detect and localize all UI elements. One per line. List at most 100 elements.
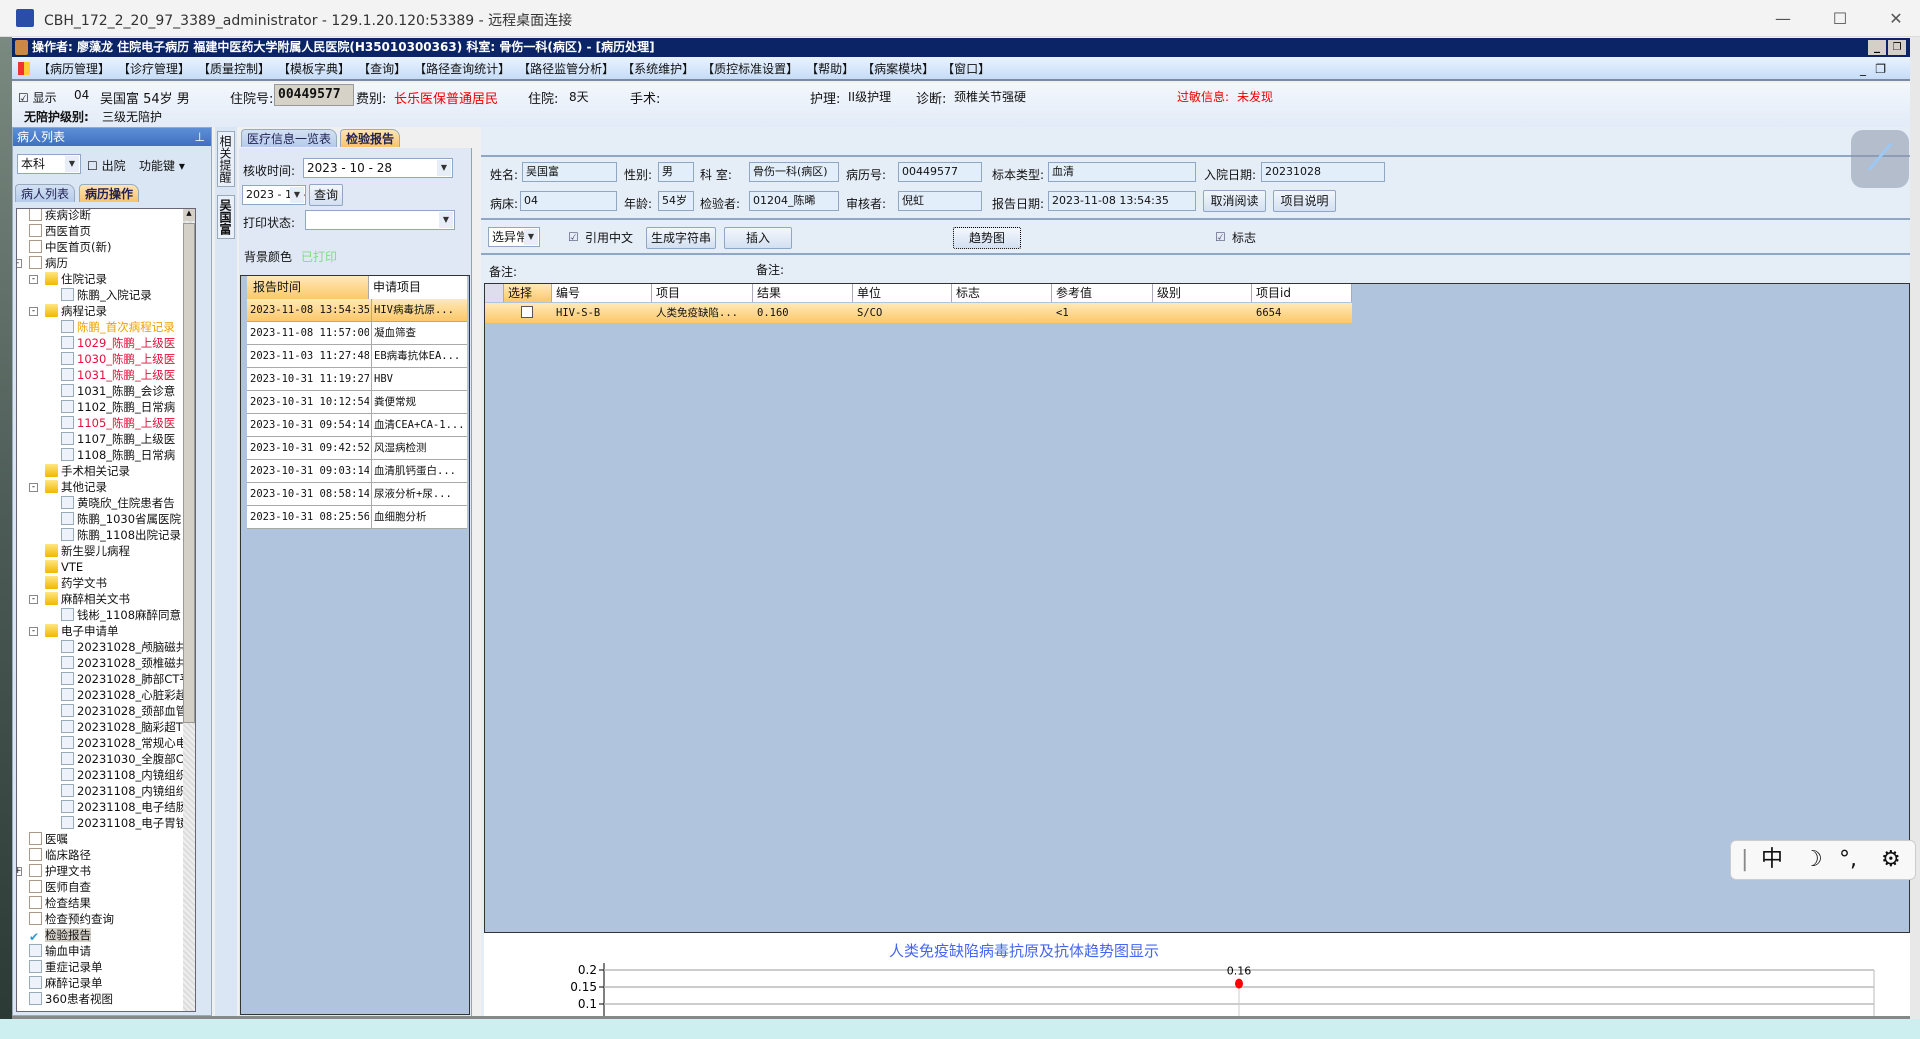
- tree-item[interactable]: 20231028_颈椎磁共: [61, 655, 187, 671]
- collapse-icon[interactable]: -: [29, 595, 38, 604]
- tree-item[interactable]: 麻醉相关文书: [45, 591, 130, 607]
- tree-item[interactable]: 中医首页(新): [29, 239, 111, 255]
- age-field[interactable]: 54岁: [658, 191, 694, 211]
- tree-item[interactable]: 1105_陈鹏_上级医: [61, 415, 175, 431]
- tree-item[interactable]: 西医首页: [29, 223, 91, 239]
- menu-item[interactable]: 【质控标准设置】: [708, 62, 798, 76]
- tester-field[interactable]: 01204_陈晞: [749, 191, 839, 211]
- tree-item[interactable]: 药学文书: [45, 575, 107, 591]
- menu-item[interactable]: 【路径监管分析】: [524, 62, 614, 76]
- grid-col-header[interactable]: 级别: [1153, 284, 1252, 302]
- col-report-time[interactable]: 报告时间: [247, 276, 369, 299]
- menu-item[interactable]: 【系统维护】: [628, 62, 694, 76]
- tree-item[interactable]: 病程记录: [45, 303, 107, 319]
- result-row[interactable]: HIV-S-B 人类免疫缺陷... 0.160 S/CO <1 6654: [485, 303, 1352, 323]
- floating-assistant-icon[interactable]: ⟋: [1851, 130, 1909, 188]
- tree-item[interactable]: 检查结果: [29, 895, 91, 911]
- tree-item[interactable]: 其他记录: [45, 479, 107, 495]
- menu-item[interactable]: 【模板字典】: [284, 62, 350, 76]
- tree-item[interactable]: 1030_陈鹏_上级医: [61, 351, 175, 367]
- tree-item[interactable]: 20231028_肺部CT平: [61, 671, 191, 687]
- report-date-field[interactable]: 2023-11-08 13:54:35: [1048, 191, 1196, 211]
- tree-item[interactable]: 1102_陈鹏_日常病: [61, 399, 175, 415]
- collapse-icon[interactable]: -: [17, 259, 22, 268]
- function-key-dropdown[interactable]: 功能键 ▾: [139, 157, 185, 174]
- pin-icon[interactable]: ⊥: [195, 128, 205, 146]
- scroll-up-icon[interactable]: ▲: [183, 209, 195, 221]
- collapse-icon[interactable]: -: [29, 307, 38, 316]
- tree-item[interactable]: 电子申请单: [45, 623, 119, 639]
- tree-item[interactable]: 陈鹏_1030省属医院: [61, 511, 181, 527]
- report-row[interactable]: 2023-10-31 09:03:14 血清肌钙蛋白...: [247, 460, 467, 483]
- dept-field[interactable]: 骨伤一科(病区): [749, 162, 839, 182]
- report-row[interactable]: 2023-11-08 11:57:00 凝血筛查: [247, 322, 467, 345]
- tree-item[interactable]: 住院记录: [45, 271, 107, 287]
- grid-col-header[interactable]: 标志: [952, 284, 1052, 302]
- scroll-thumb[interactable]: [183, 223, 195, 723]
- menu-item[interactable]: 【病案模块】: [868, 62, 934, 76]
- tree-item[interactable]: VTE: [45, 559, 83, 575]
- tree-item[interactable]: 1108_陈鹏_日常病: [61, 447, 175, 463]
- cite-cn-checkbox[interactable]: ☑: [568, 230, 579, 244]
- grid-col-header[interactable]: 单位: [853, 284, 952, 302]
- discharge-checkbox[interactable]: ☐ 出院: [87, 157, 126, 174]
- menu-item[interactable]: 【查询】: [364, 62, 406, 76]
- tree-item[interactable]: 医嘱: [29, 831, 68, 847]
- specimen-field[interactable]: 血清: [1048, 162, 1196, 182]
- menu-item[interactable]: 【帮助】: [812, 62, 854, 76]
- report-row[interactable]: 2023-10-31 08:58:14 尿液分析+尿...: [247, 483, 467, 506]
- tree-item[interactable]: 360患者视图: [29, 991, 113, 1007]
- tab-medical-overview[interactable]: 医疗信息一览表: [241, 129, 338, 147]
- bed-field[interactable]: 04: [520, 191, 617, 211]
- tree-item[interactable]: 20231108_内镜组织: [61, 783, 187, 799]
- name-field[interactable]: 吴国富: [522, 162, 617, 182]
- tree-item[interactable]: 20231030_全腹部C: [61, 751, 184, 767]
- tree-item[interactable]: 麻醉记录单: [29, 975, 103, 991]
- expand-icon[interactable]: +: [17, 867, 22, 876]
- print-status-select[interactable]: ▼: [305, 210, 455, 230]
- collapse-icon[interactable]: -: [29, 483, 38, 492]
- tree-item[interactable]: 1107_陈鹏_上级医: [61, 431, 175, 447]
- tree-item[interactable]: 20231028_颅脑磁共: [61, 639, 187, 655]
- tree-scrollbar[interactable]: ▲: [183, 209, 195, 1011]
- item-description-button[interactable]: 项目说明: [1273, 190, 1336, 212]
- generate-string-button[interactable]: 生成字符串: [646, 227, 716, 249]
- grid-col-header[interactable]: 项目: [652, 284, 753, 302]
- insert-button[interactable]: 插入: [724, 227, 792, 249]
- flag-checkbox[interactable]: ☑: [1215, 230, 1226, 244]
- tree-item[interactable]: 1029_陈鹏_上级医: [61, 335, 175, 351]
- menu-restore-icon[interactable]: ❐: [1875, 57, 1886, 81]
- ime-handle[interactable]: |: [1741, 841, 1748, 879]
- filter-select[interactable]: 选异常 ▼: [488, 227, 540, 247]
- tree-item[interactable]: 临床路径: [29, 847, 91, 863]
- tree-item[interactable]: 重症记录单: [29, 959, 103, 975]
- grid-col-header[interactable]: 选择: [504, 284, 552, 302]
- tree-item[interactable]: 1031_陈鹏_上级医: [61, 367, 175, 383]
- moon-icon[interactable]: ☽: [1803, 841, 1823, 879]
- query-button[interactable]: 查询: [309, 184, 343, 206]
- tree-item[interactable]: 20231028_心脏彩超: [61, 687, 187, 703]
- tree-item[interactable]: 护理文书: [29, 863, 91, 879]
- mdi-minimize-button[interactable]: _: [1868, 40, 1886, 55]
- tree-item[interactable]: 输血申请: [29, 943, 91, 959]
- tree-item[interactable]: 钱彬_1108麻醉同意: [61, 607, 181, 623]
- report-row[interactable]: 2023-10-31 09:42:52 风湿病检测: [247, 437, 467, 460]
- menu-item[interactable]: 【质量控制】: [204, 62, 270, 76]
- tree-item[interactable]: 20231108_电子结肠: [61, 799, 187, 815]
- admit-date-field[interactable]: 20231028: [1261, 162, 1385, 182]
- menu-minimize-icon[interactable]: _: [1860, 57, 1866, 81]
- grid-col-header[interactable]: 结果: [753, 284, 853, 302]
- tree-item[interactable]: 手术相关记录: [45, 463, 130, 479]
- trend-chart-button[interactable]: 趋势图: [953, 227, 1021, 249]
- grid-col-header[interactable]: 参考值: [1052, 284, 1153, 302]
- cancel-read-button[interactable]: 取消阅读: [1203, 190, 1266, 212]
- ime-mode[interactable]: 中: [1761, 841, 1783, 879]
- report-row[interactable]: 2023-10-31 10:12:54 粪便常规: [247, 391, 467, 414]
- gear-icon[interactable]: ⚙: [1881, 841, 1901, 879]
- grid-col-header[interactable]: 编号: [552, 284, 652, 302]
- tree-item[interactable]: 陈鹏_首次病程记录: [61, 319, 175, 335]
- menu-item[interactable]: 【窗口】: [948, 62, 990, 76]
- col-request-item[interactable]: 申请项目: [369, 276, 467, 299]
- tree-item[interactable]: 检查预约查询: [29, 911, 114, 927]
- side-tab-reminders[interactable]: 相关提醒: [217, 131, 235, 187]
